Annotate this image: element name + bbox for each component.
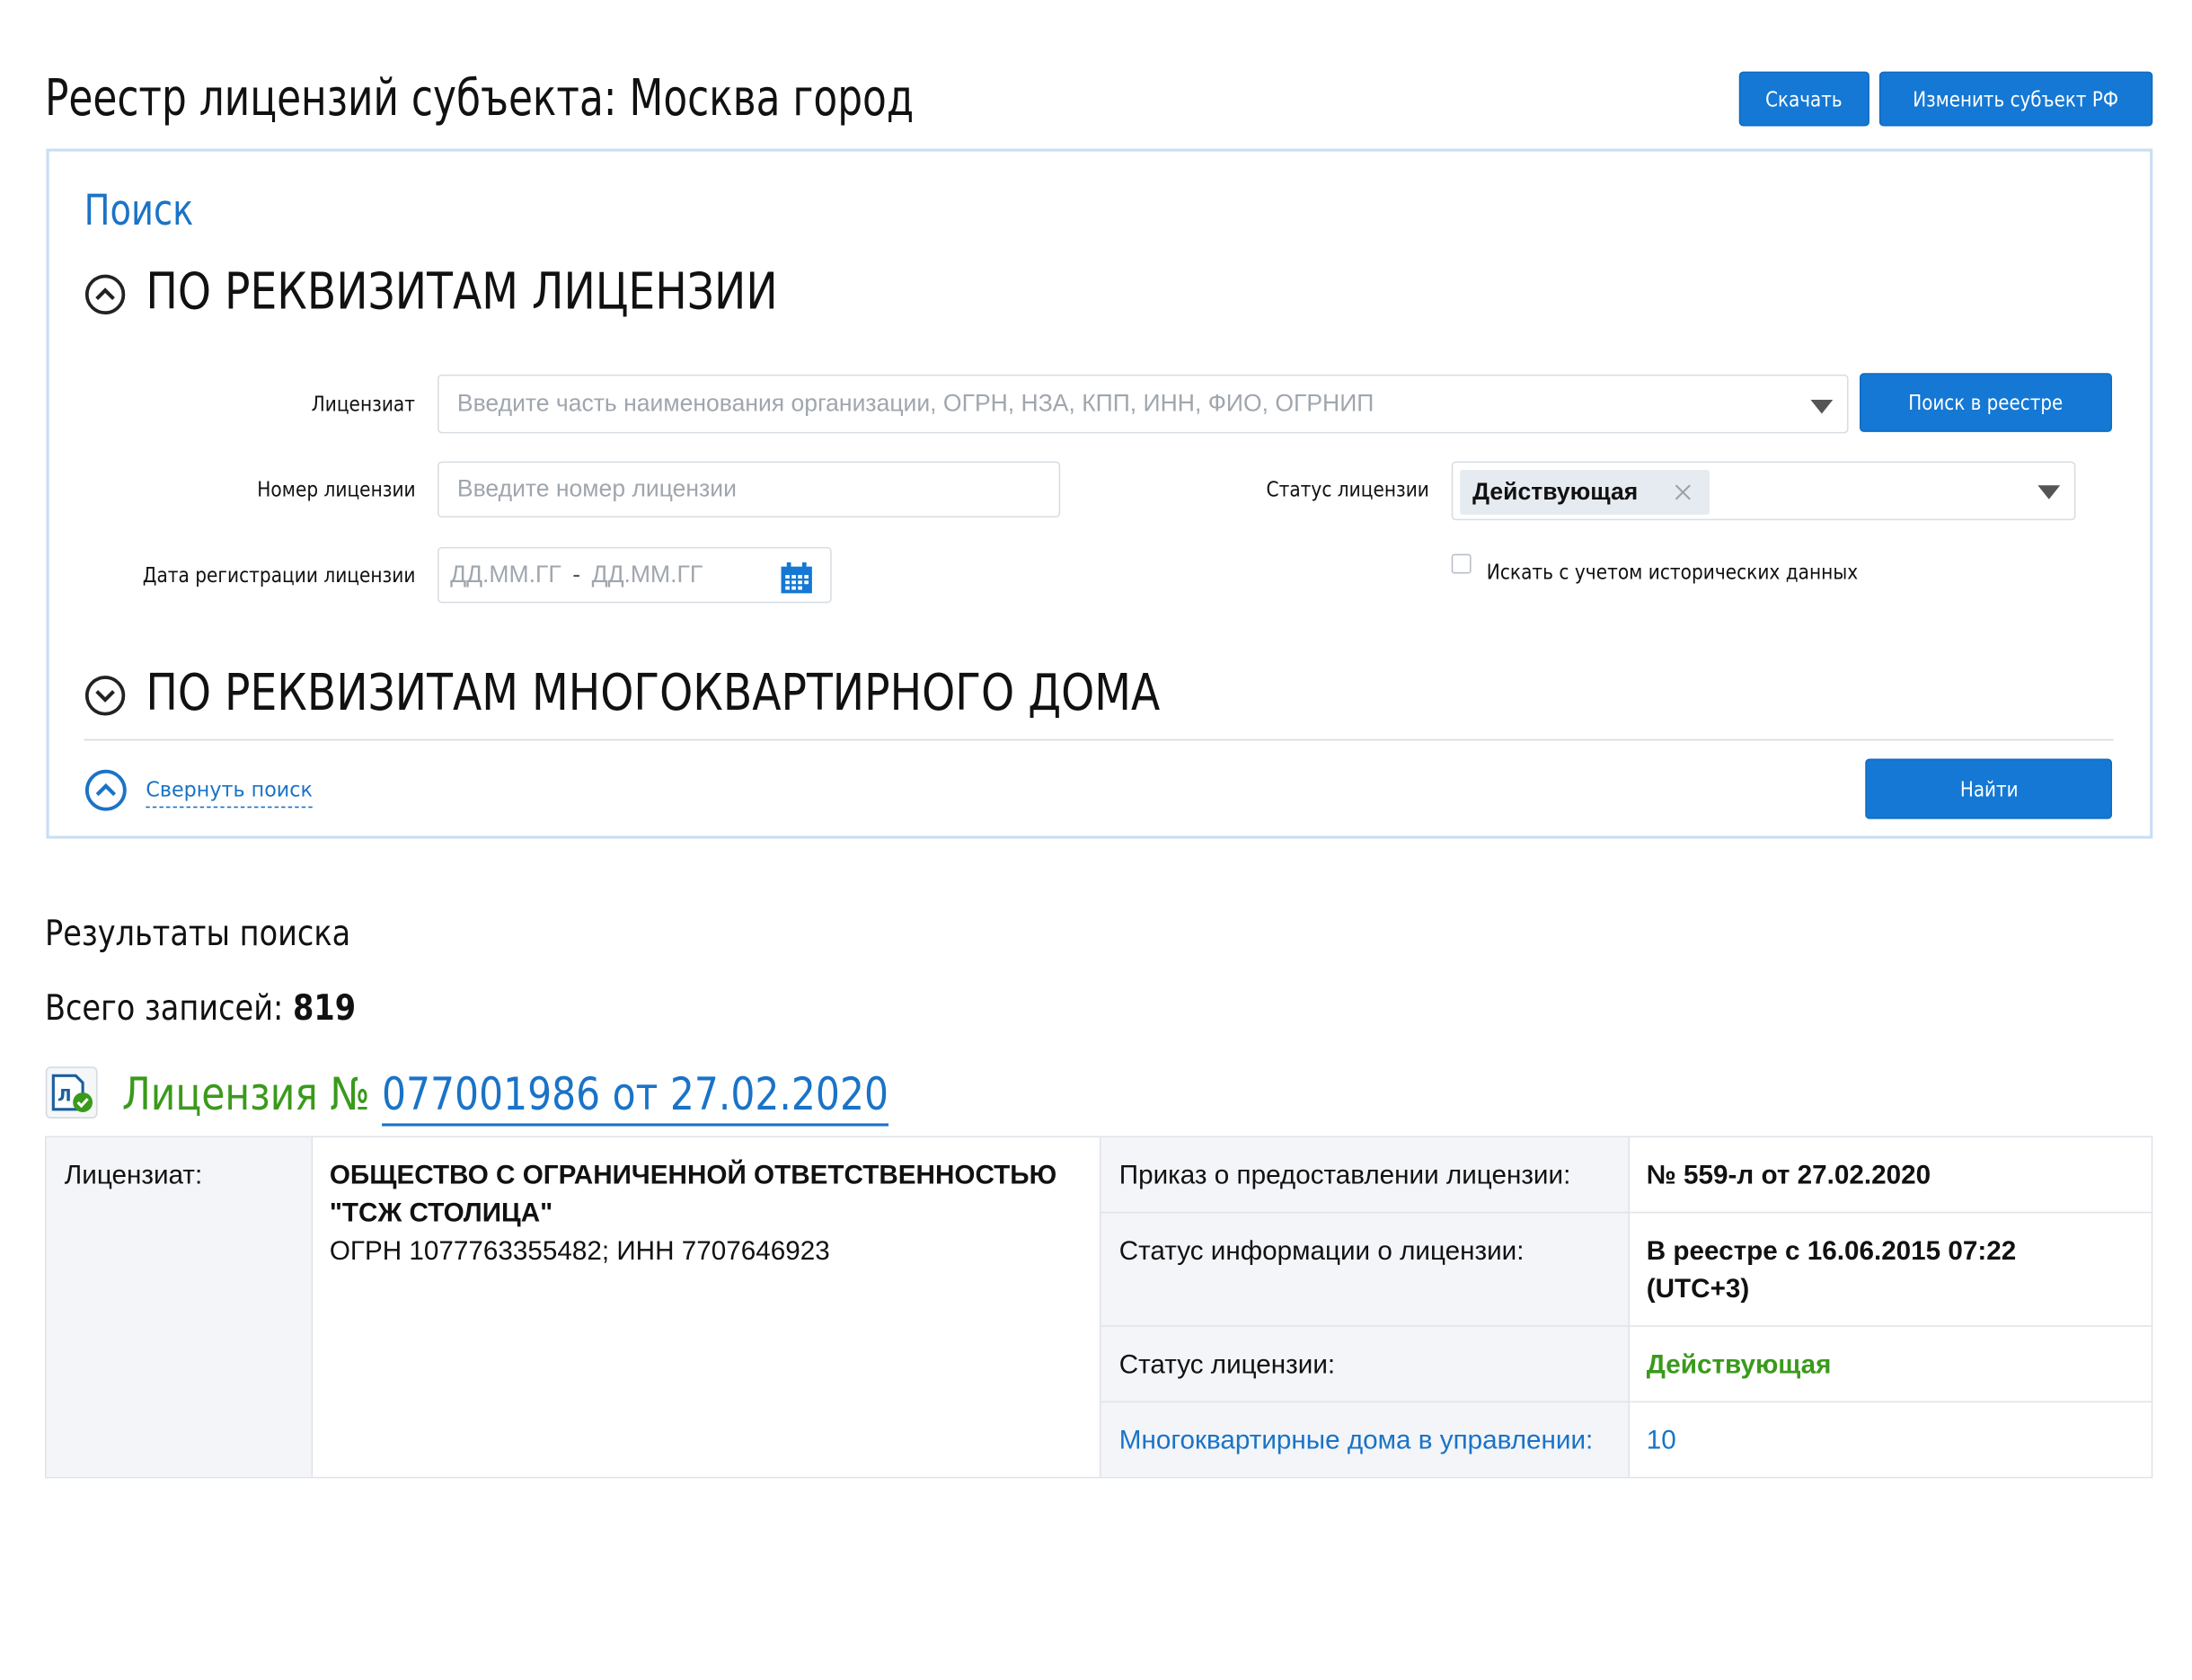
total-label: Всего записей:: [44, 987, 284, 1029]
license-number-label: Номер лицензии: [256, 476, 416, 502]
download-button[interactable]: Скачать: [1738, 71, 1869, 127]
registration-date-range[interactable]: ДД.ММ.ГГ - ДД.ММ.ГГ: [438, 546, 832, 604]
order-label: Приказ о предоставлении лицензии:: [1118, 1161, 1571, 1191]
license-status-select[interactable]: Действующая: [1451, 461, 2076, 521]
total-records: Всего записей: 819: [45, 987, 356, 1028]
calendar-icon[interactable]: [780, 561, 813, 594]
search-registry-button[interactable]: Поиск в реестре: [1860, 373, 2113, 432]
section-license-title[interactable]: ПО РЕКВИЗИТАМ ЛИЦЕНЗИИ: [146, 263, 777, 321]
licensee-select[interactable]: Введите часть наименования организации, …: [438, 374, 1849, 434]
collapse-icon-button[interactable]: [84, 768, 128, 818]
section-house-title[interactable]: ПО РЕКВИЗИТАМ МНОГОКВАРТИРНОГО ДОМА: [146, 665, 1160, 722]
date-from-placeholder[interactable]: ДД.ММ.ГГ: [450, 561, 561, 588]
date-separator: -: [572, 561, 581, 588]
license-number-link[interactable]: 077001986 от 27.02.2020: [382, 1066, 888, 1127]
license-document-check-icon: Л: [45, 1065, 98, 1126]
section-license-toggle[interactable]: [84, 273, 127, 323]
change-region-button[interactable]: Изменить субъект РФ: [1878, 71, 2153, 127]
history-checkbox-label[interactable]: Искать с учетом исторических данных: [1487, 560, 1858, 585]
triangle-down-icon[interactable]: [2037, 485, 2061, 500]
info-status-value: В реестре с 16.06.2015 07:22 (UTC+3): [1646, 1236, 2017, 1304]
licensee-ids: ОГРН 1077763355482; ИНН 7707646923: [329, 1236, 830, 1267]
licensee-name-line1: ОБЩЕСТВО С ОГРАНИЧЕННОЙ ОТВЕТСТВЕННОСТЬЮ: [329, 1161, 1057, 1191]
license-status-value: Действующая: [1646, 1350, 1832, 1381]
total-value: 819: [292, 987, 357, 1029]
license-number-input[interactable]: Введите номер лицензии: [438, 461, 1061, 518]
registration-date-label: Дата регистрации лицензии: [142, 562, 416, 588]
svg-text:Л: Л: [57, 1086, 72, 1105]
date-to-placeholder[interactable]: ДД.ММ.ГГ: [592, 561, 703, 588]
license-details-table: Лицензиат: ОБЩЕСТВО С ОГРАНИЧЕННОЙ ОТВЕТ…: [44, 1136, 2153, 1479]
licensee-info: ОБЩЕСТВО С ОГРАНИЧЕННОЙ ОТВЕТСТВЕННОСТЬЮ…: [330, 1157, 1056, 1270]
managed-houses-link[interactable]: Многоквартирные дома в управлении:: [1119, 1422, 1594, 1460]
results-heading: Результаты поиска: [44, 913, 351, 954]
licensee-label: Лицензиат: [311, 391, 416, 417]
close-icon[interactable]: [1675, 484, 1692, 501]
license-title-prefix: Лицензия №: [121, 1066, 370, 1121]
licensee-label: Лицензиат:: [64, 1161, 203, 1191]
status-tag-label: Действующая: [1472, 478, 1639, 505]
status-tag: Действующая: [1460, 469, 1710, 515]
license-title: Лицензия № 077001986 от 27.02.2020: [121, 1066, 888, 1127]
license-number-placeholder: Введите номер лицензии: [456, 475, 737, 502]
license-status-row-label: Статус лицензии:: [1118, 1350, 1336, 1381]
page-title: Реестр лицензий субъекта: Москва город: [44, 70, 915, 128]
chevron-up-circle-icon: [84, 769, 127, 811]
find-button[interactable]: Найти: [1865, 758, 2113, 819]
chevron-up-circle-icon: [84, 274, 126, 314]
search-divider: [84, 738, 2114, 741]
license-registry-page: Реестр лицензий субъекта: Москва город С…: [0, 0, 2192, 1680]
license-status-label: Статус лицензии: [1266, 476, 1429, 502]
order-value: № 559-л от 27.02.2020: [1646, 1161, 1931, 1191]
chevron-down-circle-icon: [84, 676, 126, 716]
licensee-name-line2: "ТСЖ СТОЛИЦА": [329, 1198, 553, 1229]
search-title: Поиск: [84, 186, 194, 236]
collapse-search-link[interactable]: Свернуть поиск: [146, 777, 313, 809]
triangle-down-icon[interactable]: [1810, 399, 1834, 414]
info-status-label: Статус информации о лицензии:: [1118, 1236, 1525, 1267]
section-house-toggle[interactable]: [84, 675, 127, 724]
history-checkbox[interactable]: [1451, 553, 1472, 574]
managed-houses-count[interactable]: 10: [1647, 1422, 1676, 1460]
licensee-placeholder: Введите часть наименования организации, …: [456, 389, 1374, 417]
